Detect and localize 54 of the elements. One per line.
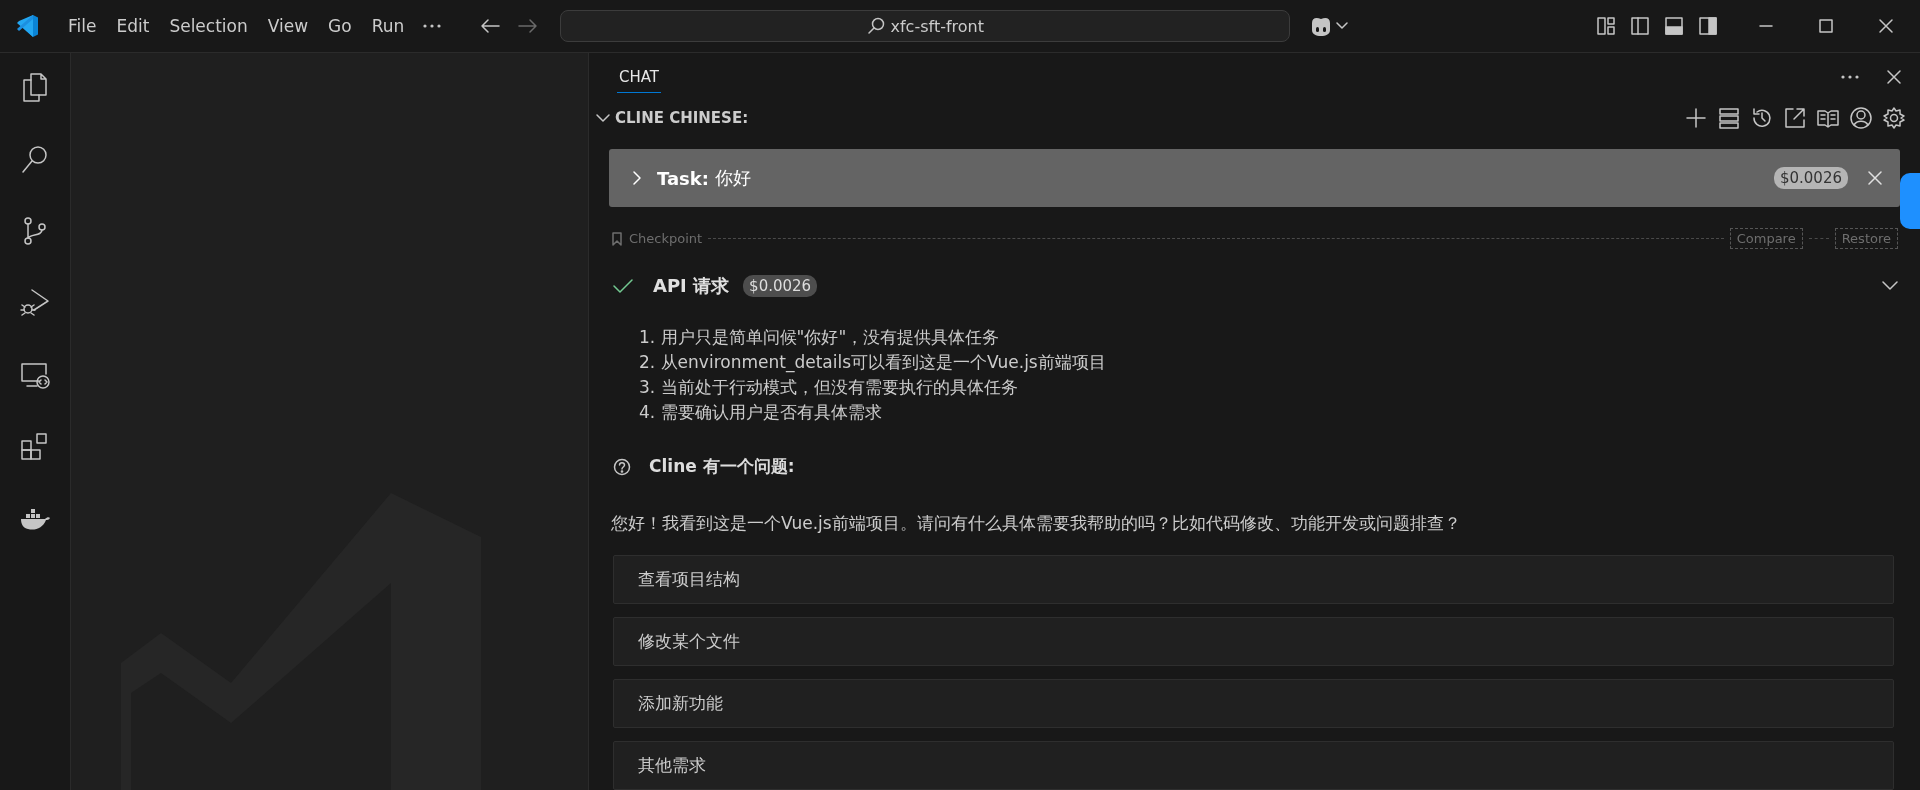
open-external-icon[interactable] [1783, 105, 1807, 130]
task-bar[interactable]: Task: 你好 $0.0026 [609, 149, 1900, 208]
option-button[interactable]: 其他需求 [613, 741, 1894, 790]
run-debug-icon[interactable] [19, 287, 51, 319]
account-icon[interactable] [1849, 105, 1873, 130]
history-icon[interactable] [1750, 105, 1774, 130]
more-icon[interactable] [422, 23, 443, 29]
reasoning-line: 1. 用户只是简单问候"你好"，没有提供具体任务 [639, 326, 1001, 349]
menu-item[interactable]: Edit [106, 12, 160, 40]
checkpoint-button[interactable]: Compare [1729, 228, 1803, 250]
reasoning-line: 3. 当前处于行动模式，但没有需要执行的具体任务 [639, 376, 1019, 399]
panel-toggle-icon[interactable] [1664, 16, 1684, 36]
close-icon[interactable] [1886, 68, 1902, 85]
back-arrow-icon[interactable] [480, 18, 501, 34]
chevron-down-icon[interactable] [1336, 22, 1349, 30]
menu-item[interactable]: Go [318, 12, 362, 40]
chevron-down-icon[interactable] [1882, 281, 1898, 292]
question-text: 您好！我看到这是一个Vue.js前端项目。请问有什么具体需要我帮助的吗？比如代码修改、功能开发或问题排查？ [611, 512, 1462, 535]
checkpoint-label: Checkpoint [629, 231, 703, 247]
section-title: CLINE CHINESE: [615, 108, 749, 127]
task-title: 你好 [715, 166, 751, 191]
option-button[interactable]: 查看项目结构 [613, 555, 1894, 604]
more-icon[interactable] [1840, 73, 1860, 80]
sidebar-toggle-icon[interactable] [1630, 16, 1650, 36]
customize-layout-icon[interactable] [1596, 16, 1616, 36]
search-text: xfc-sft-front [890, 16, 984, 36]
chevron-icon[interactable] [631, 170, 643, 187]
task-label: Task: [657, 167, 709, 189]
plus-icon[interactable] [1684, 105, 1708, 130]
reasoning-line: 2. 从environment_details可以看到这是一个Vue.js前端项目 [639, 351, 1107, 375]
search-field[interactable]: xfc-sft-front [560, 10, 1291, 42]
menu-item[interactable]: Run [361, 12, 415, 40]
cost-badge: $0.0026 [743, 275, 818, 298]
bookmark-icon [611, 231, 623, 246]
forward-arrow-icon[interactable] [518, 18, 539, 34]
menu-item[interactable]: View [257, 12, 319, 40]
option-button[interactable]: 修改某个文件 [613, 617, 1894, 666]
request-title: API 请求 [653, 274, 730, 299]
question-icon [613, 457, 631, 476]
question-title: Cline 有一个问题: [649, 455, 795, 478]
close-icon[interactable] [1878, 18, 1894, 34]
secondary-sidebar-icon[interactable] [1698, 16, 1718, 36]
option-button[interactable]: 添加新功能 [613, 679, 1894, 728]
checkpoint-button[interactable]: Restore [1834, 228, 1898, 250]
maximize-icon[interactable] [1818, 18, 1834, 34]
reasoning-line: 4. 需要确认用户是否有具体需求 [639, 401, 883, 424]
server-icon[interactable] [1717, 105, 1741, 130]
settings-icon[interactable] [1882, 105, 1906, 130]
close-icon[interactable] [1868, 171, 1882, 186]
cost-badge: $0.0026 [1773, 167, 1848, 190]
search-icon [866, 17, 885, 35]
menu-item[interactable]: File [58, 12, 107, 40]
panel-tab[interactable]: CHAT [617, 60, 661, 93]
menu-item[interactable]: Selection [159, 12, 258, 40]
